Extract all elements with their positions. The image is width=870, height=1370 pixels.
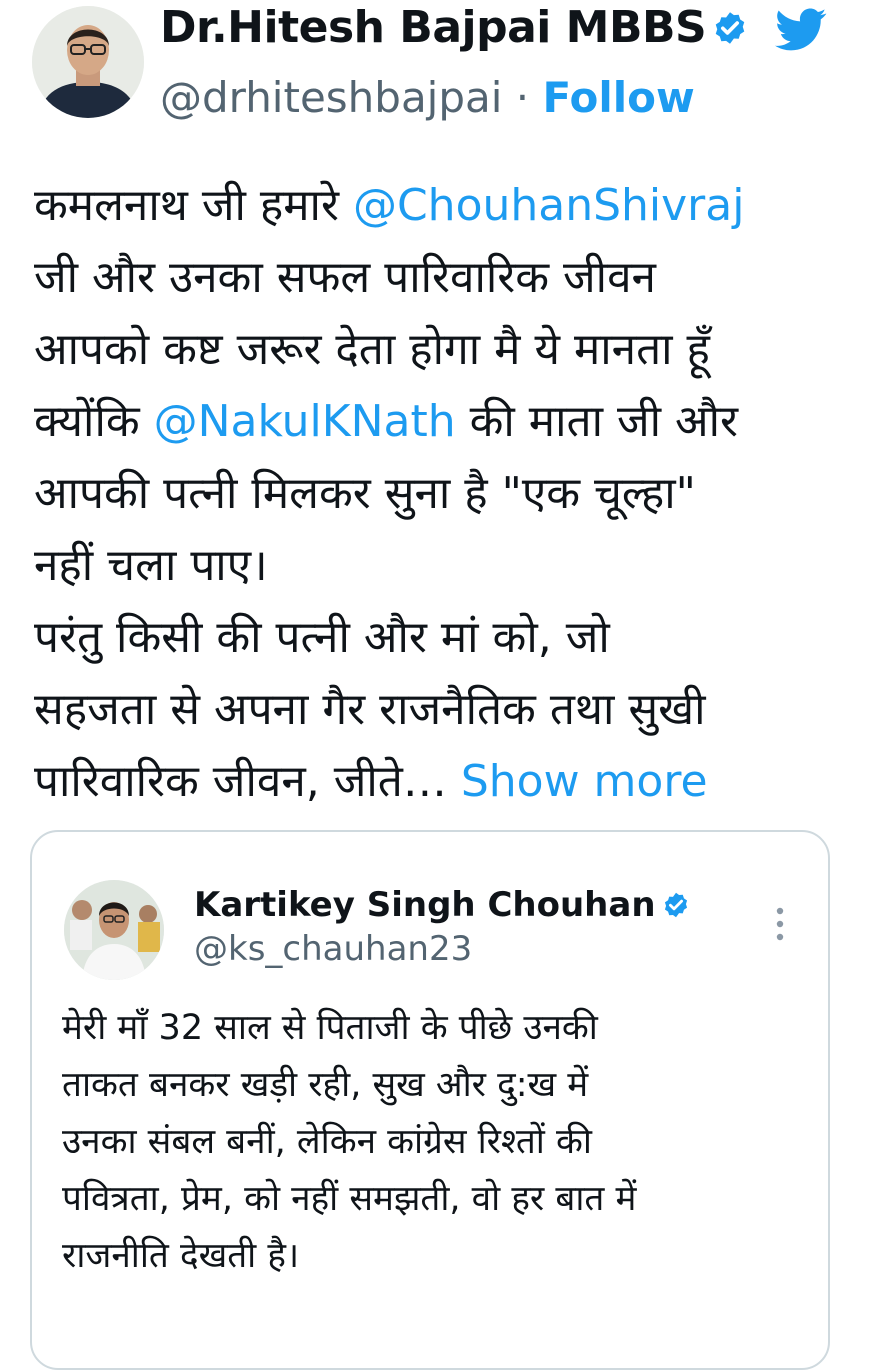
quoted-author-name-row[interactable]: Kartikey Singh Chouhan (194, 884, 690, 926)
quoted-tweet-line: मेरी माँ 32 साल से पिताजी के पीछे उनकी (62, 1008, 598, 1048)
author-handle[interactable]: @drhiteshbajpai (160, 73, 502, 122)
more-options-icon[interactable] (770, 906, 790, 942)
tweet-line: क्योंकि @NakulKNath की माता जी और (34, 396, 738, 447)
tweet-line: सहजता से अपना गैर राजनैतिक तथा सुखी (34, 684, 706, 735)
quoted-author-avatar[interactable] (64, 880, 164, 980)
verified-badge-icon (715, 12, 745, 44)
handle-separator: · (502, 73, 543, 122)
twitter-bird-icon[interactable] (775, 8, 827, 52)
quoted-tweet-line: राजनीति देखती है। (62, 1236, 300, 1276)
mention-link[interactable]: @NakulKNath (154, 396, 456, 447)
mention-link[interactable]: @ChouhanShivraj (353, 180, 745, 231)
quoted-author-handle[interactable]: @ks_chauhan23 (194, 928, 472, 970)
tweet-line: आपको कष्ट जरूर देता होगा मै ये मानता हूँ (34, 324, 710, 375)
author-handle-row: @drhiteshbajpai · Follow (160, 72, 695, 124)
quoted-tweet-text: मेरी माँ 32 साल से पिताजी के पीछे उनकी त… (62, 1000, 802, 1285)
quoted-author-avatar-image (64, 880, 164, 980)
quoted-author-name[interactable]: Kartikey Singh Chouhan (194, 885, 656, 925)
tweet-line: कमलनाथ जी हमारे @ChouhanShivraj (34, 180, 745, 231)
tweet-text: कमलनाथ जी हमारे @ChouhanShivraj जी और उन… (34, 170, 834, 818)
tweet-line: पारिवारिक जीवन, जीते… Show more (34, 756, 708, 807)
quoted-tweet-line: पवित्रता, प्रेम, को नहीं समझती, वो हर बा… (62, 1179, 637, 1219)
quoted-tweet-card[interactable]: Kartikey Singh Chouhan @ks_chauhan23 मेर… (30, 830, 830, 1370)
author-avatar[interactable] (32, 6, 144, 118)
show-more-link[interactable]: Show more (461, 756, 708, 807)
tweet-line: परंतु किसी की पत्नी और मां को, जो (34, 612, 610, 663)
quoted-tweet-line: ताकत बनकर खड़ी रही, सुख और दु:ख में (62, 1065, 589, 1105)
quoted-tweet-line: उनका संबल बनीं, लेकिन कांग्रेस रिश्तों क… (62, 1122, 592, 1162)
tweet-line: आपकी पत्नी मिलकर सुना है "एक चूल्हा" (34, 468, 696, 519)
tweet-line: जी और उनका सफल पारिवारिक जीवन (34, 252, 656, 303)
tweet-line: नहीं चला पाए। (34, 540, 268, 591)
author-avatar-image (32, 6, 144, 118)
verified-badge-icon (664, 892, 687, 918)
author-name[interactable]: Dr.Hitesh Bajpai MBBS (160, 2, 707, 53)
author-name-row[interactable]: Dr.Hitesh Bajpai MBBS (160, 2, 748, 54)
follow-button[interactable]: Follow (542, 73, 694, 122)
